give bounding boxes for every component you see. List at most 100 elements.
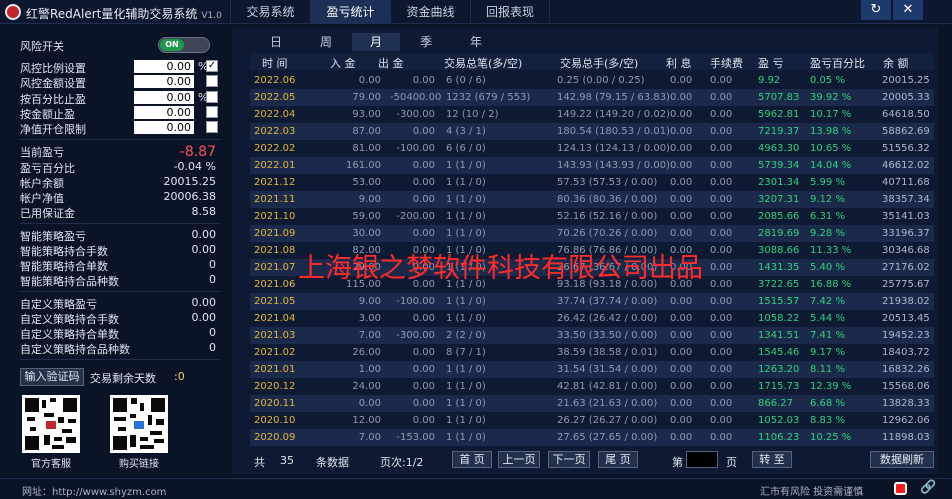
cell-col-pnl-percent: 16.88 % — [810, 279, 852, 290]
table-row[interactable]: 2020.09 7.00 -153.00 1 (1 / 0) 27.65 (27.65 … — [250, 429, 934, 446]
tab-return-performance[interactable]: 回报表现 — [470, 0, 550, 24]
cell-col-deposit: 3.00 — [358, 313, 381, 324]
table-row[interactable]: 2020.10 12.00 0.00 1 (1 / 0) 26.27 (26.27 / … — [250, 412, 934, 429]
period-tab-week[interactable]: 周 — [302, 33, 350, 51]
cell-col-time: 2021.07 — [254, 262, 296, 273]
tp-percent-input[interactable]: 0.00 — [134, 91, 194, 104]
risk-ratio-checkbox[interactable]: ✓ — [206, 60, 218, 72]
cell-col-balance: 25775.67 — [882, 279, 930, 290]
risk-amount-checkbox[interactable] — [206, 75, 218, 87]
risk-amount-input[interactable]: 0.00 — [134, 75, 194, 88]
table-row[interactable]: 2022.03 87.00 0.00 4 (3 / 1) 180.54 (180.53 … — [250, 123, 934, 140]
table-header: 时 间 入 金 出 金 交易总笔(多/空) 交易总手(多/空) 利 息 手续费 盈 亏 盈亏百分… — [250, 53, 934, 70]
strategy-label: 智能策略持合手数 — [20, 245, 108, 258]
goto-page-button[interactable]: 转 至 — [752, 451, 792, 468]
cell-col-withdraw: 0.00 — [412, 381, 435, 392]
equity-limit-input[interactable]: 0.00 — [134, 121, 194, 134]
refresh-icon[interactable]: ↻ — [861, 0, 891, 20]
strategy-label: 自定义策略持合单数 — [20, 328, 119, 341]
tp-amount-input[interactable]: 0.00 — [134, 106, 194, 119]
table-row[interactable]: 2022.06 0.00 0.00 6 (0 / 6) 0.25 (0.00 / 0.2… — [250, 72, 934, 89]
table-row[interactable]: 2021.02 26.00 0.00 8 (7 / 1) 38.59 (38.58 / … — [250, 344, 934, 361]
table-row[interactable]: 2021.12 53.00 0.00 1 (1 / 0) 57.53 (57.53 / … — [250, 174, 934, 191]
custom-strategy-row: 自定义策略持合单数 0 — [20, 326, 220, 341]
cell-col-time: 2021.03 — [254, 330, 296, 341]
cell-col-withdraw: 0.00 — [412, 347, 435, 358]
cell-col-trade-count: 12 (10 / 2) — [446, 109, 499, 120]
cell-col-fee: 0.00 — [710, 330, 733, 341]
first-page-button[interactable]: 首 页 — [452, 451, 492, 468]
last-page-button[interactable]: 尾 页 — [598, 451, 638, 468]
tp-amount-checkbox[interactable] — [206, 106, 218, 118]
cell-col-withdraw: 0.00 — [412, 160, 435, 171]
tab-equity-curve[interactable]: 资金曲线 — [390, 0, 470, 24]
cell-col-interest: 0.00 — [670, 109, 693, 120]
cell-col-trade-count: 1 (1 / 0) — [446, 381, 486, 392]
header-col-fee: 手续费 — [710, 57, 743, 70]
cell-col-balance: 18403.72 — [882, 347, 930, 358]
cell-col-pnl: 9.92 — [758, 75, 781, 86]
cell-col-trade-count: 6 (0 / 6) — [446, 75, 486, 86]
tp-percent-checkbox[interactable] — [206, 91, 218, 103]
strategy-value: 0 — [209, 258, 216, 271]
cell-col-pnl-percent: 8.83 % — [810, 415, 845, 426]
table-row[interactable]: 2021.03 7.00 -300.00 2 (2 / 0) 33.50 (33.50 … — [250, 327, 934, 344]
cell-col-trade-lots: 26.27 (26.27 / 0.00) — [557, 415, 658, 426]
equity-limit-checkbox[interactable] — [206, 121, 218, 133]
cell-col-interest: 0.00 — [670, 347, 693, 358]
table-row[interactable]: 2021.10 59.00 -200.00 1 (1 / 0) 52.16 (52.16… — [250, 208, 934, 225]
total-label: 共 — [254, 456, 265, 469]
prev-page-button[interactable]: 上一页 — [498, 451, 540, 468]
table-row[interactable]: 2021.05 9.00 -100.00 1 (1 / 0) 37.74 (37.74 … — [250, 293, 934, 310]
next-page-button[interactable]: 下一页 — [548, 451, 590, 468]
risk-ratio-input[interactable]: 0.00 — [134, 60, 194, 73]
refresh-data-button[interactable]: 数据刷新 — [870, 451, 934, 468]
table-row[interactable]: 2022.04 93.00 -300.00 12 (10 / 2) 149.22 (14… — [250, 106, 934, 123]
tab-pnl-stats[interactable]: 盈亏统计 — [310, 0, 390, 24]
table-row[interactable]: 2021.01 1.00 0.00 1 (1 / 0) 31.54 (31.54 / 0… — [250, 361, 934, 378]
table-row[interactable]: 2022.05 79.00 -50400.00 1232 (679 / 553) 142… — [250, 89, 934, 106]
close-icon[interactable]: ✕ — [893, 0, 923, 20]
verify-code-button[interactable]: 输入验证码 — [20, 368, 84, 386]
cell-col-interest: 0.00 — [670, 330, 693, 341]
tab-trading-system[interactable]: 交易系统 — [230, 0, 310, 24]
account-row-pnl-percent: 盈亏百分比 -0.04 % — [20, 160, 220, 175]
cell-col-pnl-percent: 0.05 % — [810, 75, 845, 86]
cell-col-trade-count: 1 (1 / 0) — [446, 432, 486, 443]
cell-col-deposit: 79.00 — [352, 92, 381, 103]
cell-col-withdraw: -300.00 — [396, 109, 435, 120]
risk-notice: 汇市有风险 投资需谨慎 — [760, 487, 864, 498]
setting-row-tp-percent: 按百分比止盈 0.00 % — [20, 91, 220, 106]
risk-switch-toggle[interactable]: ON — [158, 37, 210, 53]
stop-record-icon[interactable] — [894, 482, 907, 495]
divider — [20, 359, 220, 360]
period-tab-quarter[interactable]: 季 — [402, 33, 450, 51]
table-row[interactable]: 2020.11 0.00 0.00 1 (1 / 0) 21.63 (21.63 / 0… — [250, 395, 934, 412]
cell-col-trade-count: 1 (1 / 0) — [446, 160, 486, 171]
period-tab-month[interactable]: 月 — [352, 33, 400, 51]
period-tab-day[interactable]: 日 — [252, 33, 300, 51]
table-row[interactable]: 2021.11 9.00 0.00 1 (1 / 0) 80.36 (80.36 / 0… — [250, 191, 934, 208]
cell-col-balance: 40711.68 — [882, 177, 930, 188]
link-icon[interactable]: 🔗 — [920, 480, 936, 495]
cell-col-interest: 0.00 — [670, 194, 693, 205]
cell-col-time: 2021.09 — [254, 228, 296, 239]
cell-col-pnl-percent: 9.28 % — [810, 228, 845, 239]
cell-col-time: 2021.02 — [254, 347, 296, 358]
cell-col-fee: 0.00 — [710, 143, 733, 154]
table-row[interactable]: 2020.12 24.00 0.00 1 (1 / 0) 42.81 (42.81 / … — [250, 378, 934, 395]
strategy-value: 0.00 — [191, 311, 217, 324]
strategy-label: 自定义策略盈亏 — [20, 298, 97, 311]
table-row[interactable]: 2022.02 81.00 -100.00 6 (6 / 0) 124.13 (124.… — [250, 140, 934, 157]
cell-col-pnl-percent: 8.11 % — [810, 364, 845, 375]
period-tab-year[interactable]: 年 — [452, 33, 500, 51]
page-number-input[interactable] — [686, 451, 718, 468]
cell-col-balance: 64618.50 — [882, 109, 930, 120]
table-row[interactable]: 2022.01 161.00 0.00 1 (1 / 0) 143.93 (143.93… — [250, 157, 934, 174]
cell-col-time: 2022.06 — [254, 75, 296, 86]
table-row[interactable]: 2021.09 30.00 0.00 1 (1 / 0) 70.26 (70.26 / … — [250, 225, 934, 242]
table-row[interactable]: 2021.04 3.00 0.00 1 (1 / 0) 26.42 (26.42 / 0… — [250, 310, 934, 327]
cell-col-time: 2022.05 — [254, 92, 296, 103]
cell-col-trade-lots: 180.54 (180.53 / 0.01) — [557, 126, 670, 137]
website-url[interactable]: 网址：http://www.shyzm.com — [22, 483, 166, 498]
